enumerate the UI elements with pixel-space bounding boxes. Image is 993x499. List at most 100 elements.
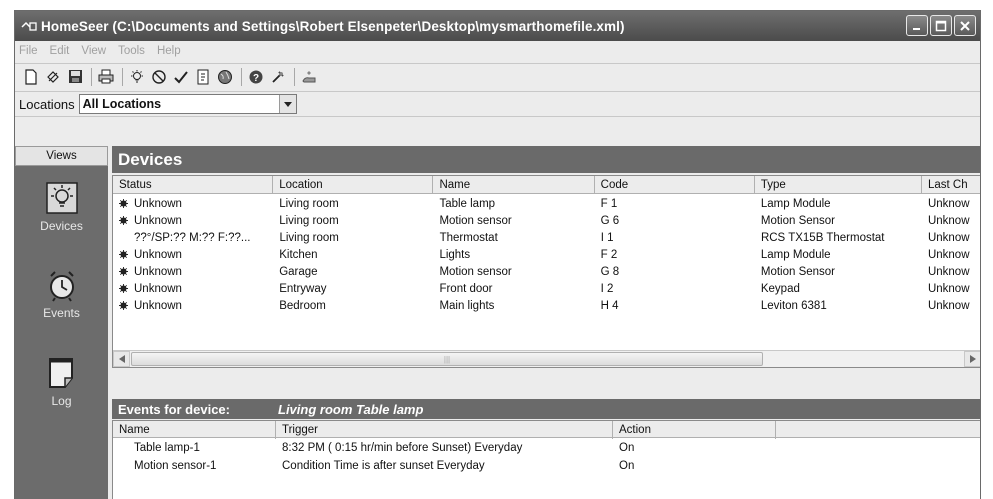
open-icon[interactable]: [43, 67, 63, 87]
table-row[interactable]: Unknown Entryway Front door I 2 Keypad Unknow: [113, 280, 980, 297]
view-log[interactable]: Log: [15, 356, 108, 408]
cell-text: Living room: [279, 214, 339, 227]
column-header-blank[interactable]: [776, 421, 980, 439]
hand-icon[interactable]: [299, 67, 319, 87]
cell-code: G 6: [595, 212, 755, 229]
column-header-status[interactable]: Status: [113, 176, 274, 194]
scroll-right-icon[interactable]: [964, 351, 980, 367]
view-events[interactable]: Events: [15, 268, 108, 320]
cell-type: Keypad: [755, 280, 922, 297]
cell-last-change: Unknow: [922, 263, 980, 280]
alarm-clock-icon: [45, 268, 79, 302]
table-row[interactable]: Unknown Living room Table lamp F 1 Lamp Modu…: [113, 195, 980, 212]
cell-name: Table lamp: [433, 195, 594, 212]
cell-location: Living room: [273, 195, 433, 212]
cell-text: Unknown: [134, 299, 182, 312]
menu-help[interactable]: Help: [157, 45, 181, 57]
homeseer-app-icon: [21, 20, 37, 32]
events-table: Name Trigger Action Table lamp-1 8:32 PM …: [112, 420, 980, 499]
cell-text: Unknow: [927, 282, 970, 295]
column-header-name[interactable]: Name: [433, 176, 595, 194]
table-row[interactable]: ??°/SP:?? M:?? F:??... Living room Thermos…: [113, 229, 980, 246]
scrollbar-thumb[interactable]: |||: [131, 352, 763, 366]
cell-text: Unknow: [927, 299, 970, 312]
minimize-button[interactable]: [906, 15, 928, 36]
notepad-icon: [45, 356, 79, 390]
menu-tools[interactable]: Tools: [118, 45, 145, 57]
column-header-action[interactable]: Action: [613, 421, 776, 439]
cell-text: Living room: [279, 197, 339, 210]
title-bar[interactable]: HomeSeer (C:\Documents and Settings\Robe…: [15, 11, 980, 41]
locations-select[interactable]: All Locations: [78, 94, 297, 114]
scroll-left-icon[interactable]: [113, 351, 130, 367]
locations-label: Locations: [19, 96, 75, 112]
clock-icon[interactable]: [149, 67, 169, 87]
table-row[interactable]: Unknown Kitchen Lights F 2 Lamp Module Unknow: [113, 246, 980, 263]
cell-name: Thermostat: [434, 229, 595, 246]
column-header-trigger[interactable]: Trigger: [276, 421, 613, 439]
cell-code: I 2: [595, 280, 755, 297]
column-header-code[interactable]: Code: [595, 176, 755, 194]
menu-file[interactable]: File: [19, 45, 38, 57]
cell-text: Lamp Module: [760, 248, 831, 261]
list-item[interactable]: Table lamp-1 8:32 PM ( 0:15 hr/min before…: [113, 439, 980, 457]
cell-code: G 8: [595, 263, 755, 280]
light-icon[interactable]: [127, 67, 147, 87]
horizontal-scrollbar[interactable]: |||: [113, 350, 980, 367]
list-item[interactable]: Motion sensor-1 Condition Time is after s…: [113, 457, 980, 475]
table-row[interactable]: Unknown Bedroom Main lights H 4 Leviton 6381…: [113, 297, 980, 314]
cell-type: Motion Sensor: [755, 212, 922, 229]
cell-status: Unknown: [113, 280, 273, 297]
close-button[interactable]: [954, 15, 976, 36]
new-file-icon[interactable]: [21, 67, 41, 87]
cell-name: Motion sensor: [433, 263, 594, 280]
globe-icon[interactable]: [215, 67, 235, 87]
menu-edit[interactable]: Edit: [50, 45, 70, 57]
cell-text: Keypad: [760, 282, 800, 295]
table-row[interactable]: Unknown Living room Motion sensor G 6 Motion…: [113, 212, 980, 229]
cell-text: RCS TX15B Thermostat: [760, 231, 885, 244]
view-log-label: Log: [51, 394, 72, 408]
cell-location: Living room: [273, 212, 433, 229]
window-controls: [906, 15, 976, 36]
tool-icon[interactable]: [268, 67, 288, 87]
devices-table-header: Status Location Name Code Type Last Ch: [113, 176, 980, 194]
cell-type: Leviton 6381: [755, 297, 922, 314]
menu-view[interactable]: View: [81, 45, 106, 57]
view-events-label: Events: [43, 306, 80, 320]
help-icon[interactable]: ?: [246, 67, 266, 87]
cell-name: Main lights: [433, 297, 594, 314]
view-devices[interactable]: Devices: [15, 181, 108, 233]
menu-bar: File Edit View Tools Help: [15, 41, 980, 61]
maximize-button[interactable]: [930, 15, 952, 36]
print-icon[interactable]: [96, 67, 116, 87]
cell-status: Unknown: [113, 263, 273, 280]
cell-text: Unknow: [927, 214, 970, 227]
cell-text: G 8: [600, 265, 620, 278]
chevron-down-icon[interactable]: [278, 95, 296, 113]
document-icon[interactable]: [193, 67, 213, 87]
events-device-name: Living room Table lamp: [278, 401, 424, 417]
save-icon[interactable]: [65, 67, 85, 87]
cell-name: Motion sensor: [433, 212, 594, 229]
events-table-header: Name Trigger Action: [113, 421, 980, 439]
locations-bar: Locations All Locations: [15, 91, 980, 117]
devices-header: Devices: [112, 146, 980, 173]
column-header-type[interactable]: Type: [755, 176, 922, 194]
table-row[interactable]: Unknown Garage Motion sensor G 8 Motion Sens…: [113, 263, 980, 280]
column-header-location[interactable]: Location: [273, 176, 434, 194]
event-cell-name: Motion sensor-1: [134, 460, 217, 472]
toolbar: ?: [15, 63, 980, 89]
status-indicator-icon: [119, 199, 128, 208]
cell-status: Unknown: [113, 297, 273, 314]
column-header-event-name[interactable]: Name: [113, 421, 276, 439]
check-icon[interactable]: [171, 67, 191, 87]
cell-text: Motion Sensor: [760, 265, 836, 278]
views-header: Views: [15, 146, 108, 166]
cell-type: Lamp Module: [755, 195, 922, 212]
column-header-last-change[interactable]: Last Ch: [922, 176, 980, 194]
event-cell-action: On: [619, 460, 635, 472]
cell-text: Lights: [439, 248, 471, 261]
status-indicator-icon: [119, 267, 128, 276]
cell-text: Unknown: [134, 197, 182, 210]
